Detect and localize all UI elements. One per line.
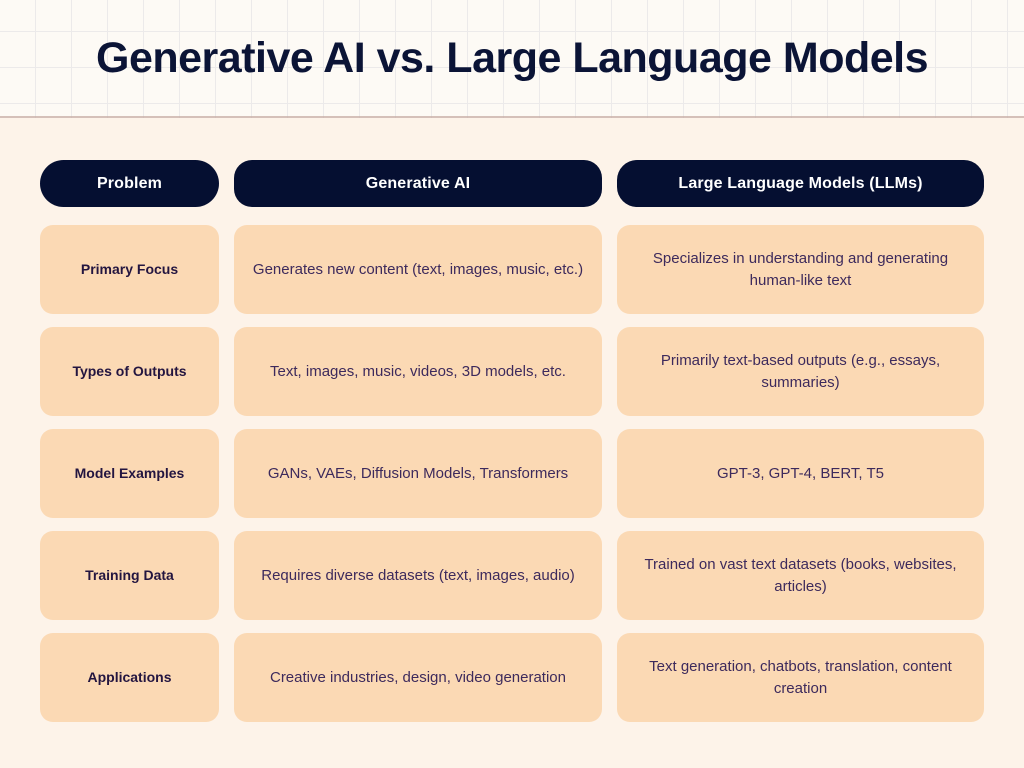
row-label: Types of Outputs <box>40 327 219 416</box>
cell-llm: Trained on vast text datasets (books, we… <box>617 531 984 620</box>
cell-llm: GPT-3, GPT-4, BERT, T5 <box>617 429 984 518</box>
table-row: Applications Creative industries, design… <box>40 633 984 722</box>
column-header-llm: Large Language Models (LLMs) <box>617 160 984 207</box>
header-divider <box>0 116 1024 118</box>
page-title: Generative AI vs. Large Language Models <box>96 33 929 82</box>
cell-llm: Specializes in understanding and generat… <box>617 225 984 314</box>
cell-generative-ai: Text, images, music, videos, 3D models, … <box>234 327 602 416</box>
table-row: Types of Outputs Text, images, music, vi… <box>40 327 984 416</box>
comparison-table: Problem Generative AI Large Language Mod… <box>40 160 984 722</box>
row-label: Training Data <box>40 531 219 620</box>
cell-generative-ai: Creative industries, design, video gener… <box>234 633 602 722</box>
cell-generative-ai: Requires diverse datasets (text, images,… <box>234 531 602 620</box>
column-header-generative-ai: Generative AI <box>234 160 602 207</box>
cell-generative-ai: Generates new content (text, images, mus… <box>234 225 602 314</box>
cell-generative-ai: GANs, VAEs, Diffusion Models, Transforme… <box>234 429 602 518</box>
table-header-row: Problem Generative AI Large Language Mod… <box>40 160 984 207</box>
row-label: Model Examples <box>40 429 219 518</box>
table-row: Training Data Requires diverse datasets … <box>40 531 984 620</box>
comparison-infographic: Generative AI vs. Large Language Models … <box>0 0 1024 768</box>
column-header-problem: Problem <box>40 160 219 207</box>
cell-llm: Primarily text-based outputs (e.g., essa… <box>617 327 984 416</box>
cell-llm: Text generation, chatbots, translation, … <box>617 633 984 722</box>
title-band: Generative AI vs. Large Language Models <box>0 0 1024 118</box>
table-row: Model Examples GANs, VAEs, Diffusion Mod… <box>40 429 984 518</box>
row-label: Primary Focus <box>40 225 219 314</box>
table-row: Primary Focus Generates new content (tex… <box>40 225 984 314</box>
row-label: Applications <box>40 633 219 722</box>
